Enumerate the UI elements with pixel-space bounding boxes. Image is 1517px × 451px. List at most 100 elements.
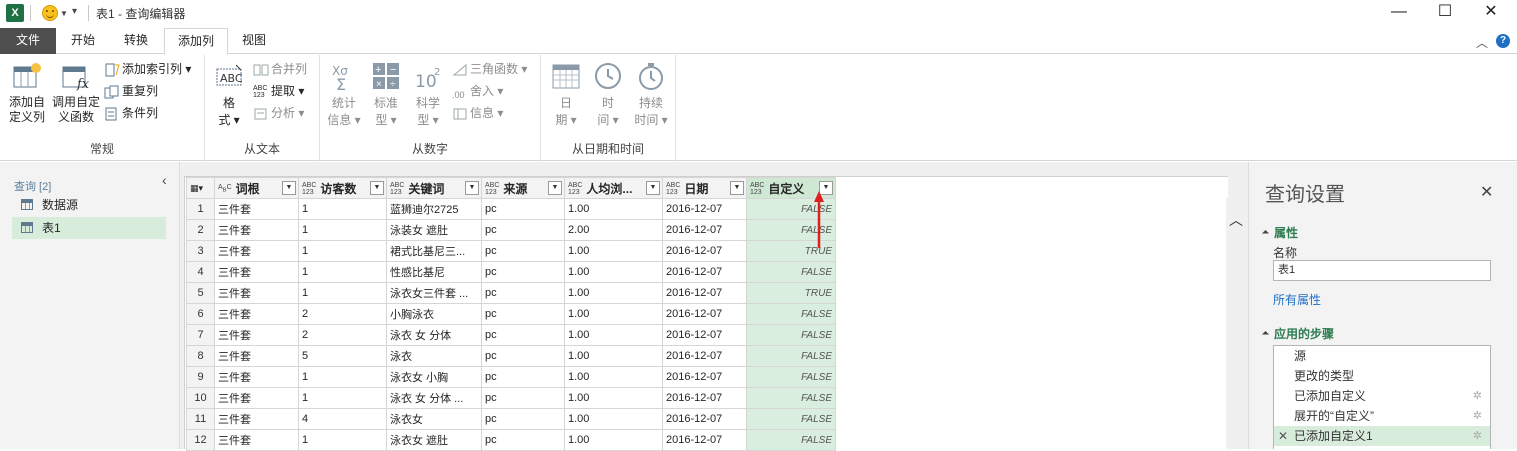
step-item[interactable]: 展开的“自定义” ✲ [1274,406,1490,426]
conditional-column-button[interactable]: 条件列 [104,103,158,123]
duration-button[interactable]: 持续 时间 ▾ [631,61,671,129]
step-item[interactable]: 已添加自定义 ✲ [1274,386,1490,406]
table-cell[interactable]: pc [481,324,565,346]
applied-steps-section-header[interactable]: 应用的步骤 [1261,325,1334,342]
table-cell[interactable]: 1.00 [564,366,663,388]
table-cell[interactable]: 小胸泳衣 [386,303,482,325]
collapse-pane-icon[interactable]: ‹ [162,172,167,188]
table-cell[interactable]: 2016-12-07 [662,282,747,304]
maximize-button[interactable]: ☐ [1422,0,1468,26]
any-type-icon[interactable]: ABC 123 [302,182,316,196]
table-cell[interactable]: 2016-12-07 [662,387,747,409]
table-cell[interactable]: 1.00 [564,345,663,367]
table-cell[interactable]: 泳衣 [386,345,482,367]
table-cell[interactable]: 2016-12-07 [662,429,747,451]
table-cell[interactable]: 泳衣 女 分体 [386,324,482,346]
table-cell[interactable]: 1.00 [564,387,663,409]
column-header-source[interactable]: ABC 123 来源 ▼ [481,177,565,199]
date-button[interactable]: 日 期 ▾ [549,61,583,129]
table-cell[interactable]: pc [481,219,565,241]
table-cell[interactable]: 1.00 [564,429,663,451]
table-cell[interactable]: 1.00 [564,282,663,304]
any-type-icon[interactable]: ABC 123 [750,182,764,196]
rounding-button[interactable]: .00 舍入 ▾ [452,81,503,101]
table-cell[interactable]: 1 [298,240,387,262]
table-cell[interactable]: 2016-12-07 [662,261,747,283]
table-cell[interactable]: 2016-12-07 [662,408,747,430]
chevron-down-icon[interactable]: ▼ [60,9,68,18]
any-type-icon[interactable]: ABC 123 [485,182,499,196]
standard-button[interactable]: + − × ÷ 标准 型 ▾ [368,61,404,129]
table-cell[interactable]: 1.00 [564,303,663,325]
any-type-icon[interactable]: ABC 123 [568,182,582,196]
row-number[interactable]: 5 [186,282,215,304]
table-cell[interactable]: 1.00 [564,240,663,262]
table-cell[interactable]: pc [481,282,565,304]
filter-dropdown-icon[interactable]: ▼ [646,181,660,195]
properties-section-header[interactable]: 属性 [1261,224,1298,241]
table-cell[interactable]: 2 [298,324,387,346]
row-number[interactable]: 2 [186,219,215,241]
time-button[interactable]: 时 间 ▾ [591,61,625,129]
table-cell[interactable]: 2 [298,303,387,325]
excel-icon[interactable]: X [6,4,24,22]
table-cell[interactable]: 泳衣女 小胸 [386,366,482,388]
any-type-icon[interactable]: ABC 123 [666,182,680,196]
row-number[interactable]: 4 [186,261,215,283]
gear-icon[interactable]: ✲ [1473,426,1482,446]
row-number[interactable]: 11 [186,408,215,430]
any-type-icon[interactable]: ABC 123 [390,182,404,196]
row-number[interactable]: 9 [186,366,215,388]
table-cell[interactable]: 1.00 [564,198,663,220]
table-cell[interactable]: pc [481,345,565,367]
delete-step-icon[interactable]: ✕ [1278,426,1288,446]
table-cell[interactable]: 三件套 [214,429,299,451]
add-custom-column-button[interactable]: 添加自 定义列 [6,61,48,125]
table-cell[interactable]: pc [481,240,565,262]
parse-button[interactable]: 分析 ▾ [253,103,304,123]
minimize-button[interactable]: — [1376,0,1422,26]
table-cell[interactable]: 1 [298,282,387,304]
smiley-feedback-icon[interactable] [42,5,58,21]
filter-dropdown-icon[interactable]: ▼ [282,181,296,195]
duplicate-column-button[interactable]: 重复列 [104,81,158,101]
table-cell[interactable]: 1 [298,387,387,409]
scroll-up-icon[interactable]: ︿ [1229,210,1243,230]
table-cell[interactable]: 2016-12-07 [662,198,747,220]
table-cell[interactable]: 三件套 [214,324,299,346]
grid-vertical-scrollbar[interactable]: ︿ [1226,198,1244,449]
table-cell[interactable]: 1.00 [564,324,663,346]
table-cell-custom[interactable]: FALSE [746,303,836,325]
table-cell[interactable]: 蓝狮迪尔2725 [386,198,482,220]
table-cell[interactable]: 5 [298,345,387,367]
table-cell[interactable]: 泳装女 遮肚 [386,219,482,241]
table-cell[interactable]: pc [481,198,565,220]
step-item[interactable]: 源 [1274,346,1490,366]
close-pane-icon[interactable]: ✕ [1480,182,1493,202]
tab-file[interactable]: 文件 [0,28,56,54]
row-number[interactable]: 12 [186,429,215,451]
table-cell-custom[interactable]: FALSE [746,387,836,409]
table-cell[interactable]: 三件套 [214,261,299,283]
filter-dropdown-icon[interactable]: ▼ [548,181,562,195]
merge-columns-button[interactable]: 合并列 [253,59,307,79]
tab-add-column[interactable]: 添加列 [164,28,228,55]
filter-dropdown-icon[interactable]: ▼ [465,181,479,195]
filter-dropdown-icon[interactable]: ▼ [730,181,744,195]
table-cell[interactable]: 泳衣 女 分体 ... [386,387,482,409]
tab-view[interactable]: 视图 [230,28,278,54]
table-cell[interactable]: pc [481,408,565,430]
column-header-keyword[interactable]: ABC 123 关键词 ▼ [386,177,482,199]
table-cell[interactable]: 泳衣女 遮肚 [386,429,482,451]
table-menu-icon[interactable]: ▦▾ [186,177,215,199]
table-cell[interactable]: 三件套 [214,387,299,409]
text-type-icon[interactable]: ABC [218,184,232,194]
step-item-selected[interactable]: ✕ 已添加自定义1 ✲ [1274,426,1490,446]
table-cell[interactable]: 1 [298,198,387,220]
table-cell[interactable]: pc [481,387,565,409]
collapse-ribbon-icon[interactable]: ︿ [1476,34,1488,51]
row-number[interactable]: 1 [186,198,215,220]
table-cell[interactable]: pc [481,303,565,325]
add-index-column-button[interactable]: 添加索引列 ▾ [104,59,191,79]
table-cell[interactable]: 1 [298,429,387,451]
